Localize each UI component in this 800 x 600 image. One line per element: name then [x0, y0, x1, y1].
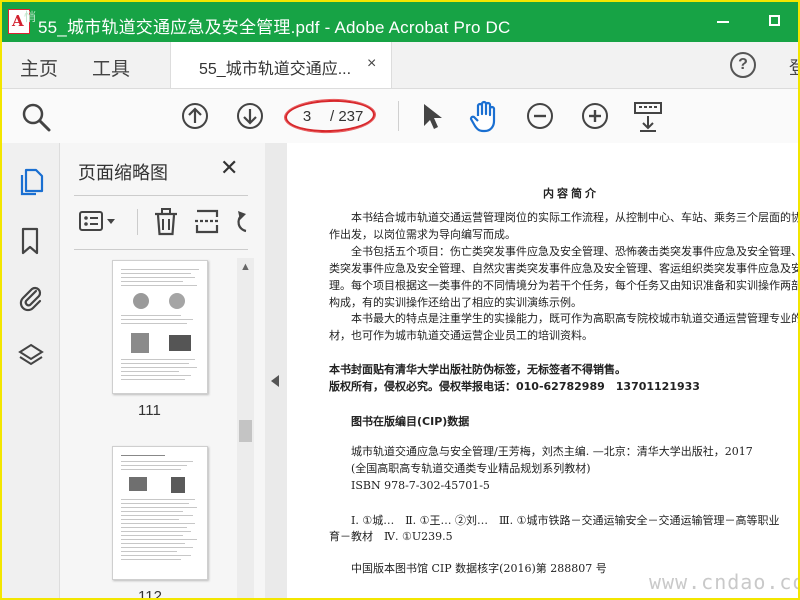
main-toolbar: 3 / 237 — [2, 89, 798, 144]
thumbnails-scrollbar[interactable]: ▲ — [237, 258, 254, 598]
classification-line: Ⅰ. ①城… Ⅱ. ①王… ②刘… Ⅲ. ①城市铁路－交通运输安全－交通运输管理… — [351, 514, 780, 527]
scrollbar-thumb[interactable] — [239, 420, 252, 442]
figure-image — [171, 477, 185, 493]
page-number-input[interactable]: 3 — [289, 105, 325, 129]
page-heading: 内容简介 — [543, 187, 599, 200]
page-thumbnail[interactable] — [112, 260, 208, 394]
tool-divider — [137, 209, 138, 235]
body-text-line: 本书结合城市轨道交通运营管理岗位的实际工作流程，从控制中心、车站、乘务三个层面的… — [351, 211, 798, 224]
zoom-in-icon[interactable] — [581, 102, 609, 130]
page-thumbnail-number: 111 — [138, 402, 161, 419]
figure-image — [169, 335, 191, 351]
zoom-out-icon[interactable] — [526, 102, 554, 130]
page-thumbnail[interactable] — [112, 446, 208, 580]
site-watermark: www.cndao.com — [649, 570, 798, 594]
figure-image — [169, 293, 185, 309]
document-tab[interactable]: 55_城市轨道交通应... × — [170, 42, 392, 88]
body-text-line: 材，也可作为城市轨道交通运营企业员工的培训资料。 — [329, 329, 593, 342]
tab-home[interactable]: 主页 — [20, 54, 58, 81]
attachment-icon[interactable] — [18, 283, 44, 313]
copyright-notice: 版权所有，侵权必究。侵权举报电话：010-62782989 1370112193… — [329, 380, 700, 393]
body-text-line: 类突发事件应急及安全管理、自然灾害类突发事件应急及安全管理、客运组织类突发事件应… — [329, 262, 798, 275]
hand-tool-icon[interactable] — [469, 99, 501, 133]
previous-page-icon[interactable] — [181, 102, 209, 130]
body-text-line: 构成，有的实训操作还给出了相应的实训演练示例。 — [329, 296, 582, 309]
extract-pages-icon[interactable] — [193, 207, 221, 237]
body-text-line: 理。每个项目根据这一类事件的不同情境分为若干个任务，每个任务又由知识准备和实训操… — [329, 279, 798, 292]
toolbar-divider — [398, 101, 399, 131]
close-tab-icon[interactable]: × — [367, 55, 376, 73]
copyright-notice: 本书封面贴有清华大学出版社防伪标签，无标签者不得销售。 — [329, 363, 626, 376]
classification-line: 育－教材 Ⅳ. ①U239.5 — [329, 530, 453, 543]
figure-image — [131, 333, 149, 353]
cip-line: (全国高职高专轨道交通类专业精品规划系列教材) — [351, 462, 591, 475]
panel-divider — [74, 249, 248, 250]
cip-title: 图书在版编目(CIP)数据 — [351, 415, 470, 428]
delete-page-icon[interactable] — [152, 207, 180, 237]
cip-line: ISBN 978-7-302-45701-5 — [351, 479, 490, 492]
close-panel-icon[interactable]: ✕ — [220, 155, 238, 181]
keyboard-download-icon[interactable] — [633, 101, 663, 133]
sign-in-button[interactable]: 登 — [789, 54, 798, 80]
page-thumbnail-number: 112 — [138, 588, 162, 600]
page-thumbnails-icon[interactable] — [18, 167, 44, 197]
body-text-line: 作出发，以岗位需求为导向编写而成。 — [329, 228, 516, 241]
select-tool-icon[interactable] — [420, 102, 444, 130]
app-window: A 悄 55_城市轨道交通应急及安全管理.pdf - Adobe Acrobat… — [0, 0, 800, 600]
title-bar: A 悄 55_城市轨道交通应急及安全管理.pdf - Adobe Acrobat… — [2, 2, 798, 42]
body-text-line: 本书最大的特点是注重学生的实操能力，既可作为高职高专院校城市轨道交通运营管理专业… — [351, 312, 798, 325]
figure-image — [129, 477, 147, 491]
page-thumbnails-panel: 页面缩略图 ✕ 111 112 ▲ — [60, 143, 266, 598]
layers-icon[interactable] — [18, 341, 44, 371]
document-tab-label: 55_城市轨道交通应... — [199, 61, 352, 78]
acrobat-app-icon: A 悄 — [8, 9, 36, 34]
document-view[interactable]: 内容简介 本书结合城市轨道交通运营管理岗位的实际工作流程，从控制中心、车站、乘务… — [287, 143, 798, 598]
rotate-page-icon[interactable] — [232, 207, 248, 237]
help-button[interactable]: ? — [730, 52, 756, 78]
total-pages: / 237 — [330, 108, 364, 125]
maximize-button[interactable] — [766, 12, 784, 30]
minimize-button[interactable] — [712, 10, 732, 32]
left-navigation-rail — [2, 143, 60, 598]
options-menu-icon[interactable] — [78, 207, 118, 235]
tab-tools[interactable]: 工具 — [92, 54, 130, 81]
cip-line: 城市轨道交通应急与安全管理/王芳梅，刘杰主编. —北京：清华大学出版社，2017 — [351, 445, 753, 458]
watermark-glyph: 悄 — [24, 10, 37, 24]
panel-title: 页面缩略图 — [78, 163, 168, 183]
search-icon[interactable] — [20, 101, 52, 133]
scroll-up-arrow-icon[interactable]: ▲ — [240, 261, 251, 273]
cip-number: 中国版本图书馆 CIP 数据核字(2016)第 288807 号 — [351, 562, 607, 575]
bookmark-icon[interactable] — [18, 226, 42, 256]
window-title: 55_城市轨道交通应急及安全管理.pdf - Adobe Acrobat Pro… — [38, 18, 511, 37]
figure-image — [133, 293, 149, 309]
chevron-left-icon — [271, 375, 279, 387]
next-page-icon[interactable] — [236, 102, 264, 130]
collapse-panel-button[interactable] — [265, 143, 287, 598]
panel-divider — [74, 195, 248, 196]
tab-bar: 主页 工具 55_城市轨道交通应... × ? 登 — [2, 42, 798, 89]
body-text-line: 全书包括五个项目：伤亡类突发事件应急及安全管理、恐怖袭击类突发事件应急及安全管理… — [351, 245, 798, 258]
